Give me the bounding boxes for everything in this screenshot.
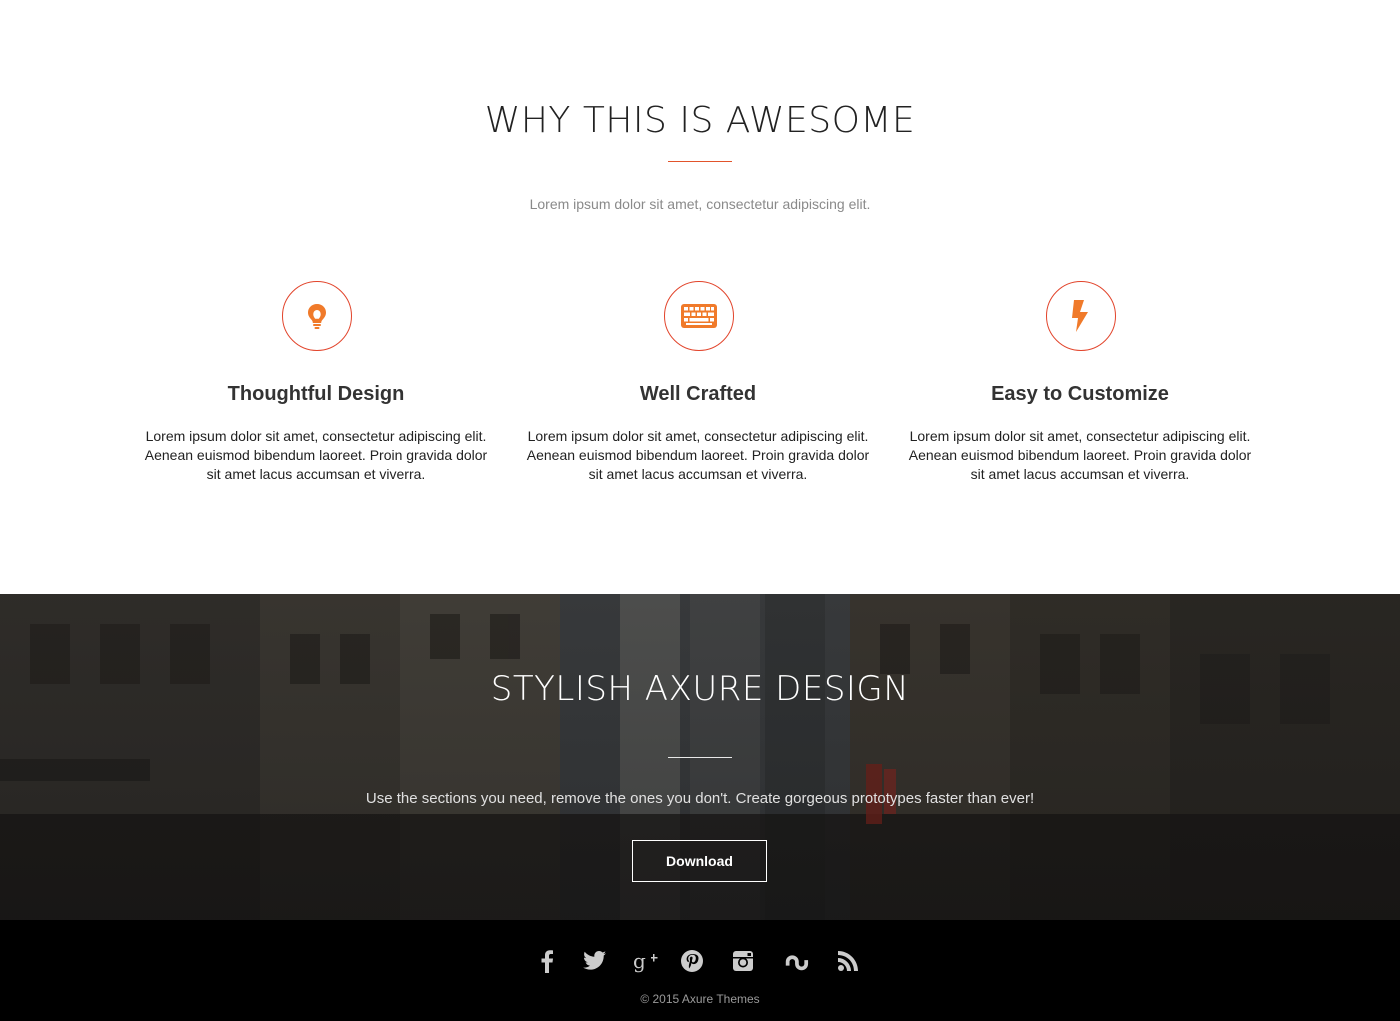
twitter-icon[interactable]	[582, 948, 608, 974]
social-links: g	[0, 948, 1400, 978]
features-title: WHY THIS IS AWESOME	[484, 100, 916, 141]
cta-hero-section: STYLISH AXURE DESIGN Use the sections yo…	[0, 594, 1400, 920]
feature-description: Lorem ipsum dolor sit amet, consectetur …	[908, 428, 1252, 482]
features-section: WHY THIS IS AWESOME Lorem ipsum dolor si…	[0, 0, 1400, 594]
footer: g © 2015 Axure Themes	[0, 920, 1400, 1021]
pinterest-icon[interactable]	[679, 948, 705, 974]
lightbulb-icon	[282, 281, 352, 351]
feature-description: Lorem ipsum dolor sit amet, consectetur …	[526, 428, 870, 482]
cta-description: Use the sections you need, remove the on…	[365, 790, 1035, 807]
google-plus-icon[interactable]: g	[633, 948, 659, 974]
lightning-bolt-icon	[1046, 281, 1116, 351]
keyboard-icon	[664, 281, 734, 351]
features-subtitle: Lorem ipsum dolor sit amet, consectetur …	[529, 196, 871, 212]
stumbleupon-icon[interactable]	[783, 948, 809, 974]
features-divider	[668, 161, 732, 162]
copyright-text: © 2015 Axure Themes	[640, 992, 760, 1006]
feature-title: Well Crafted	[639, 383, 757, 405]
instagram-icon[interactable]	[730, 948, 756, 974]
rss-icon[interactable]	[835, 948, 861, 974]
svg-text:g: g	[633, 949, 646, 973]
feature-title: Easy to Customize	[991, 383, 1169, 405]
feature-title: Thoughtful Design	[227, 383, 405, 405]
feature-description: Lorem ipsum dolor sit amet, consectetur …	[144, 428, 488, 482]
cta-divider	[668, 757, 732, 758]
facebook-icon[interactable]	[534, 948, 560, 974]
cta-title: STYLISH AXURE DESIGN	[490, 669, 910, 709]
download-button[interactable]: Download	[632, 840, 767, 882]
